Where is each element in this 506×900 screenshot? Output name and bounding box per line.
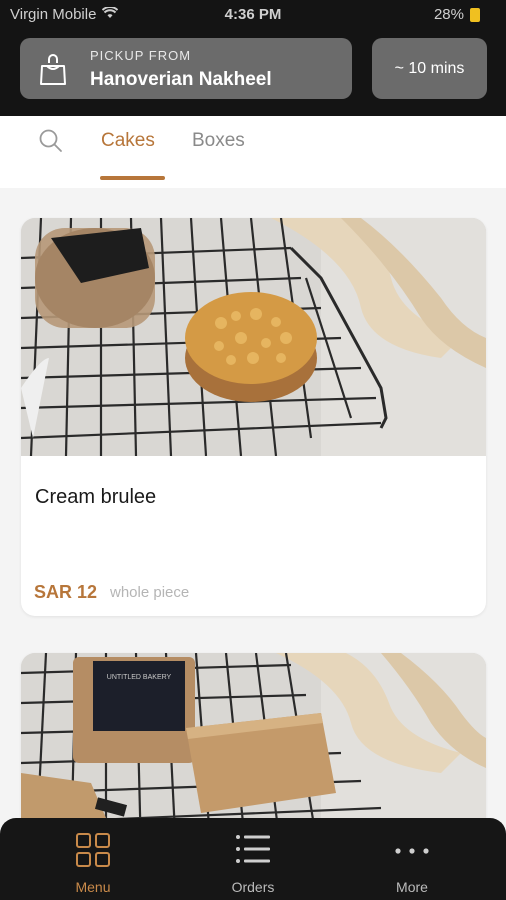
nav-menu[interactable]: Menu (9, 818, 177, 900)
pickup-location: Hanoverian Nakheel (90, 69, 272, 90)
product-image (21, 218, 486, 456)
product-unit: whole piece (110, 584, 190, 601)
nav-more-label: More (396, 879, 428, 895)
tab-cakes[interactable]: Cakes (101, 130, 155, 152)
category-tabs: Cakes Boxes (0, 116, 506, 188)
eta-text: ~ 10 mins (394, 59, 465, 77)
battery-icon (470, 7, 480, 22)
pickup-location-button[interactable]: PICKUP FROM Hanoverian Nakheel (20, 38, 352, 99)
shopping-bag-icon (38, 54, 68, 91)
status-time: 4:36 PM (224, 6, 282, 23)
list-icon (169, 832, 337, 866)
product-name: Cream brulee (35, 486, 157, 508)
nav-more[interactable]: More (328, 818, 496, 900)
status-bar: Virgin Mobile 4:36 PM 28% (0, 0, 506, 30)
bottom-navigation: Menu Orders More (0, 818, 506, 900)
nav-menu-label: Menu (75, 879, 111, 895)
nav-orders-label: Orders (231, 879, 275, 895)
product-card[interactable]: Cream brulee SAR 12 whole piece (21, 218, 486, 616)
dots-icon (328, 848, 496, 854)
nav-orders[interactable]: Orders (169, 818, 337, 900)
status-right: 28% (434, 6, 480, 23)
box-brand-label: UNTITLED BAKERY (107, 674, 172, 681)
active-tab-indicator (100, 176, 165, 180)
eta-button[interactable]: ~ 10 mins (372, 38, 487, 99)
search-icon[interactable] (38, 128, 64, 159)
app-header: Virgin Mobile 4:36 PM 28% PICKUP FROM Ha… (0, 0, 506, 116)
tab-boxes[interactable]: Boxes (192, 130, 245, 152)
battery-text: 28% (433, 6, 464, 23)
product-price: SAR 12 (34, 582, 98, 602)
pickup-heading: PICKUP FROM (90, 48, 192, 63)
grid-icon (9, 832, 177, 868)
